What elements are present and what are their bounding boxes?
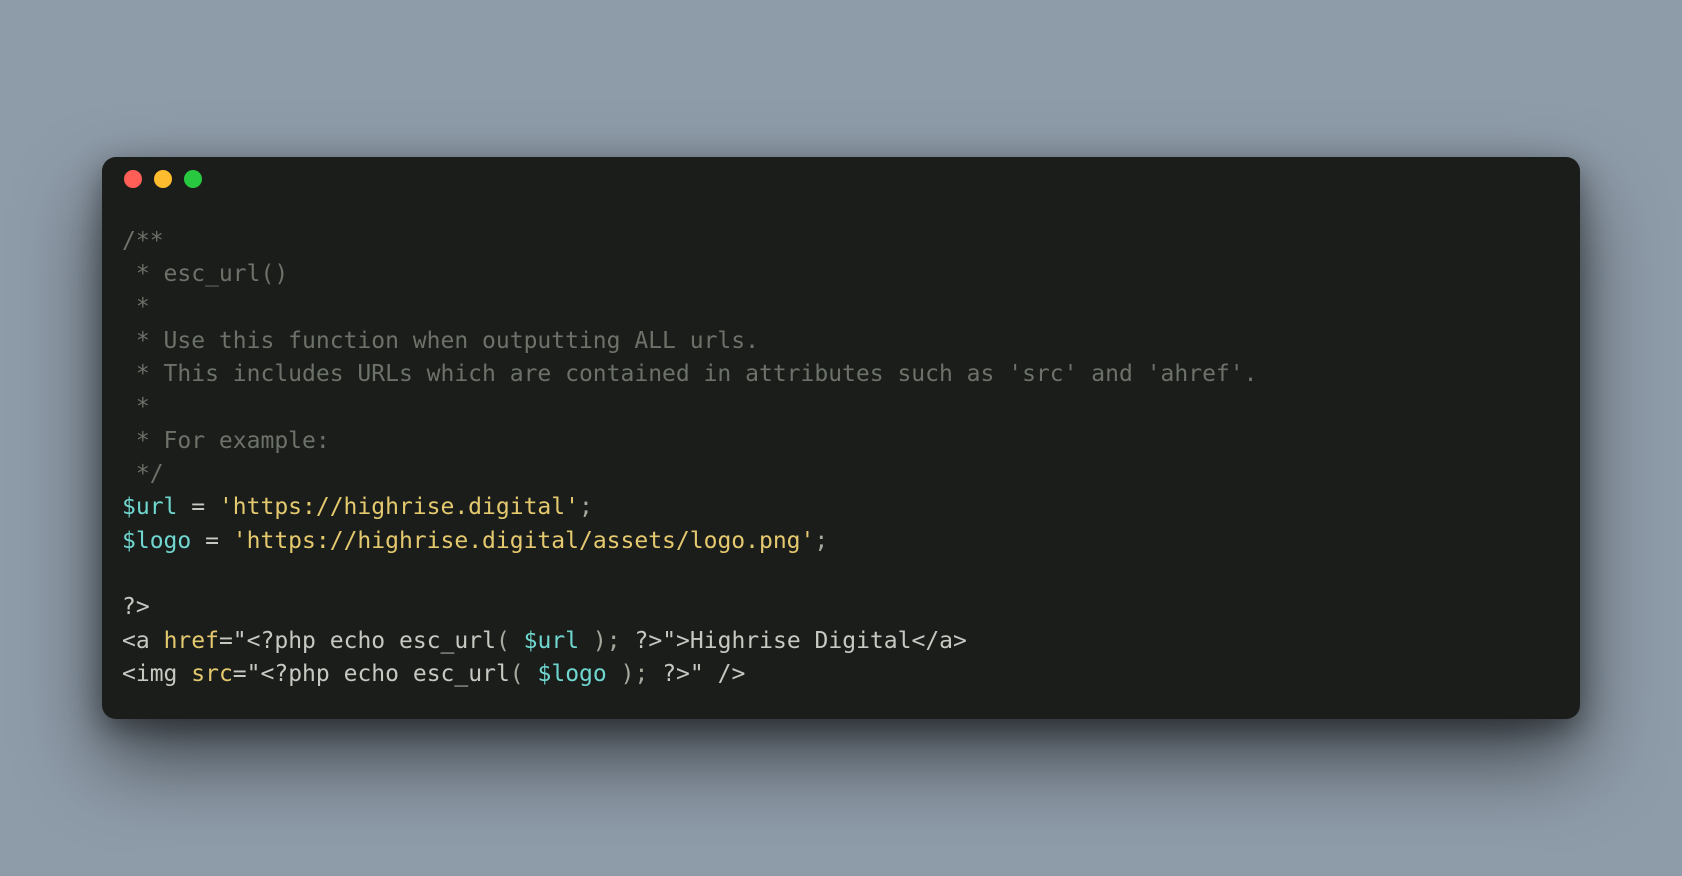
attr-quote-close: " — [662, 628, 676, 654]
php-keyword: echo — [344, 661, 399, 687]
html-tag-open: <a — [122, 628, 150, 654]
php-open-tag: <?php — [261, 661, 330, 687]
comment-line: * Use this function when outputting ALL … — [122, 328, 759, 354]
html-attr-name: src — [191, 661, 233, 687]
variable: $logo — [122, 528, 191, 554]
window-titlebar — [102, 157, 1580, 201]
attr-quote-close: " — [690, 661, 704, 687]
semicolon: ; — [579, 494, 593, 520]
self-close: /> — [704, 661, 746, 687]
paren-open: ( — [510, 661, 524, 687]
operator-assign: = — [191, 528, 233, 554]
semicolon: ; — [814, 528, 828, 554]
paren-open: ( — [496, 628, 510, 654]
operator-assign: = — [177, 494, 219, 520]
paren-close-semi: ); — [593, 628, 621, 654]
string-literal: 'https://highrise.digital/assets/logo.pn… — [233, 528, 815, 554]
variable: $url — [524, 628, 579, 654]
variable: $url — [122, 494, 177, 520]
link-text: Highrise Digital — [690, 628, 912, 654]
variable: $logo — [538, 661, 607, 687]
paren-close-semi: ); — [621, 661, 649, 687]
minimize-icon[interactable] — [154, 170, 172, 188]
comment-line: /** — [122, 228, 164, 254]
html-tag-open: <img — [122, 661, 177, 687]
html-attr-name: href — [164, 628, 219, 654]
string-literal: 'https://highrise.digital' — [219, 494, 579, 520]
attr-eq-quote: =" — [219, 628, 247, 654]
close-icon[interactable] — [124, 170, 142, 188]
maximize-icon[interactable] — [184, 170, 202, 188]
php-close-tag: ?> — [662, 661, 690, 687]
comment-line: */ — [122, 461, 164, 487]
tag-gt: > — [676, 628, 690, 654]
php-keyword: echo — [330, 628, 385, 654]
php-close-tag: ?> — [634, 628, 662, 654]
html-tag-close: </a> — [911, 628, 966, 654]
comment-line: * This includes URLs which are contained… — [122, 361, 1257, 387]
php-open-tag: <?php — [247, 628, 316, 654]
comment-line: * — [122, 294, 150, 320]
comment-line: * For example: — [122, 428, 330, 454]
php-function: esc_url — [413, 661, 510, 687]
php-function: esc_url — [399, 628, 496, 654]
code-window: /** * esc_url() * * Use this function wh… — [102, 157, 1580, 720]
attr-eq-quote: =" — [233, 661, 261, 687]
comment-line: * esc_url() — [122, 261, 288, 287]
php-close-tag: ?> — [122, 594, 150, 620]
comment-line: * — [122, 394, 150, 420]
code-block: /** * esc_url() * * Use this function wh… — [102, 201, 1580, 692]
